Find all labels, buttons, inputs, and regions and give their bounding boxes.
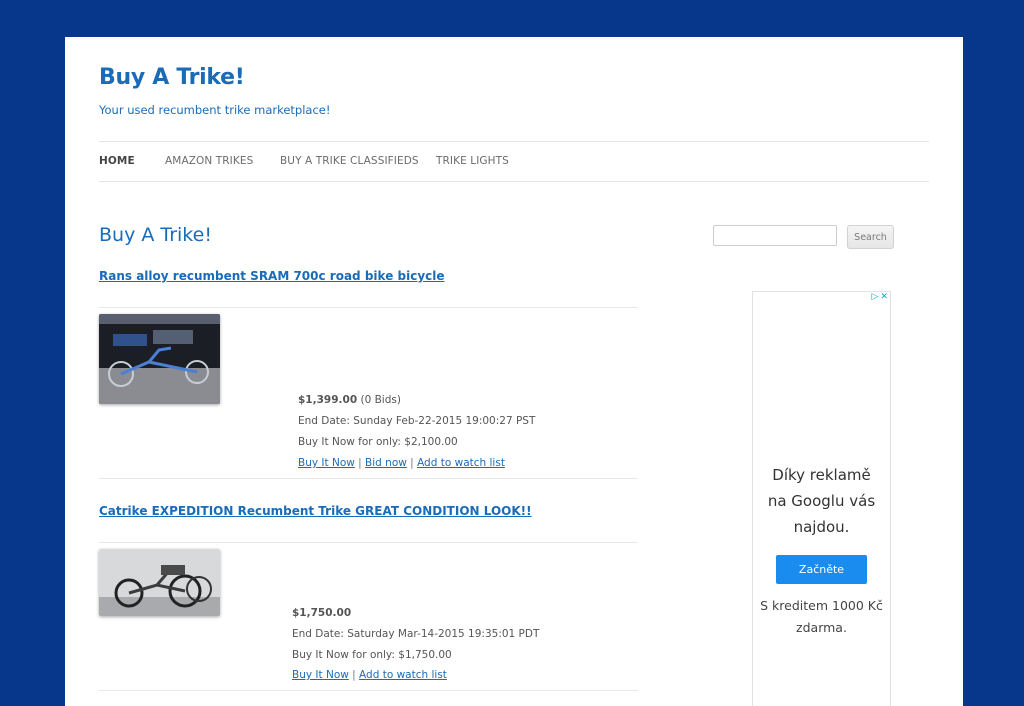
- listing-price: $1,399.00 (0 Bids): [298, 394, 401, 406]
- ad-cta-button[interactable]: Začněte: [776, 555, 867, 584]
- google-ad-banner[interactable]: ▷ ✕ Díky reklamě na Googlu vás najdou. Z…: [752, 291, 891, 706]
- nav-item-amazon-trikes[interactable]: AMAZON TRIKES: [165, 155, 253, 167]
- listing-title[interactable]: Catrike EXPEDITION Recumbent Trike GREAT…: [99, 504, 532, 518]
- ad-subtext: S kreditem 1000 Kč zdarma.: [753, 595, 890, 639]
- site-title[interactable]: Buy A Trike!: [99, 65, 245, 90]
- listing-thumbnail-catrike[interactable]: [99, 549, 220, 616]
- bid-now-link[interactable]: Bid now: [365, 457, 407, 469]
- bid-count: (0 Bids): [360, 394, 401, 406]
- listing-end-date: End Date: Sunday Feb-22-2015 19:00:27 PS…: [298, 415, 536, 427]
- nav-item-home[interactable]: HOME: [99, 155, 135, 167]
- divider: [99, 542, 638, 543]
- ad-subtext-line: S kreditem 1000 Kč: [760, 598, 883, 613]
- main-navigation: HOME AMAZON TRIKES BUY A TRIKE CLASSIFIE…: [99, 141, 929, 182]
- divider: [99, 478, 638, 479]
- ad-subtext-line: zdarma.: [796, 620, 847, 635]
- ad-headline-line: na Googlu vás: [767, 492, 876, 510]
- adchoices-icon[interactable]: ▷: [872, 292, 879, 305]
- nav-item-buy-a-trike-classifieds[interactable]: BUY A TRIKE CLASSIFIEDS: [280, 155, 419, 167]
- buy-it-now-link[interactable]: Buy It Now: [292, 669, 349, 681]
- divider: [99, 307, 638, 308]
- listing-buy-now-price: Buy It Now for only: $1,750.00: [292, 649, 452, 661]
- listing-price: $1,750.00: [292, 607, 351, 619]
- listing-buy-now-price: Buy It Now for only: $2,100.00: [298, 436, 458, 448]
- close-icon[interactable]: ✕: [880, 292, 888, 305]
- divider: [99, 690, 638, 691]
- page-title: Buy A Trike!: [99, 224, 212, 246]
- listing-end-date: End Date: Saturday Mar-14-2015 19:35:01 …: [292, 628, 540, 640]
- listing-title[interactable]: Rans alloy recumbent SRAM 700c road bike…: [99, 269, 445, 283]
- ad-headline-line: Díky reklamě: [772, 466, 871, 484]
- nav-item-trike-lights[interactable]: TRIKE LIGHTS: [436, 155, 509, 167]
- listing-actions: Buy It Now | Bid now | Add to watch list: [298, 457, 505, 469]
- price-value: $1,399.00: [298, 394, 358, 406]
- search-input[interactable]: [713, 225, 837, 246]
- add-to-watch-list-link[interactable]: Add to watch list: [417, 457, 505, 469]
- site-description: Your used recumbent trike marketplace!: [99, 103, 331, 117]
- ad-badge[interactable]: ▷ ✕: [863, 292, 890, 305]
- add-to-watch-list-link[interactable]: Add to watch list: [359, 669, 447, 681]
- listing-thumbnail-rans-bike[interactable]: [99, 314, 220, 404]
- buy-it-now-link[interactable]: Buy It Now: [298, 457, 355, 469]
- price-value: $1,750.00: [292, 607, 352, 619]
- ad-headline: Díky reklamě na Googlu vás najdou.: [753, 462, 890, 540]
- listing-actions: Buy It Now | Add to watch list: [292, 669, 447, 681]
- page-container: Buy A Trike! Your used recumbent trike m…: [65, 37, 963, 706]
- search-button[interactable]: Search: [847, 225, 894, 249]
- ad-headline-line: najdou.: [793, 518, 850, 536]
